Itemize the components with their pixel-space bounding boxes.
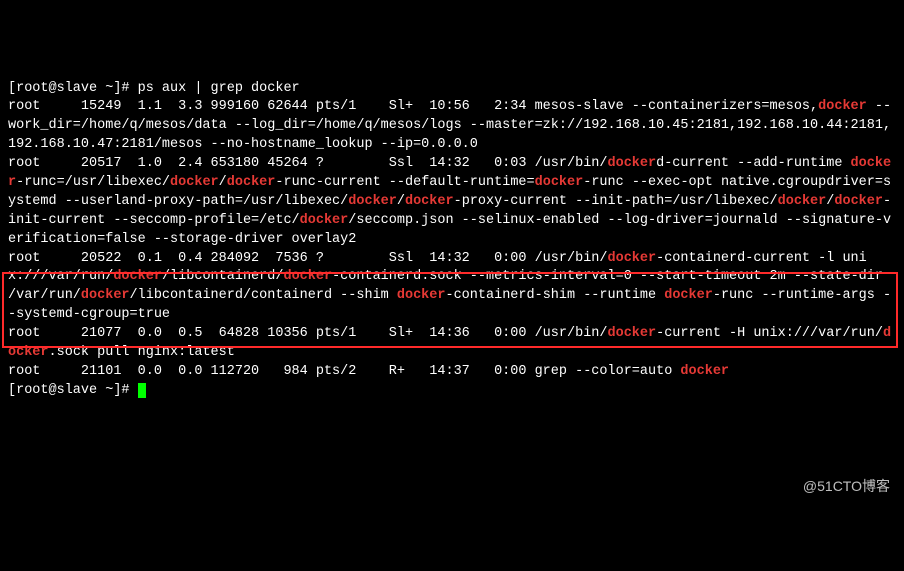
terminal-output: [root@slave ~]# ps aux | grep docker roo… [8,80,896,401]
docker-keyword: docker [348,194,397,209]
ps-line-dockerd: root 20517 1.0 2.4 653180 45264 ? Ssl 14… [8,156,891,247]
docker-keyword: docker [818,99,867,114]
watermark-text: @51CTO博客 [803,477,890,497]
docker-keyword: docker [680,364,729,379]
docker-keyword: docker [81,288,130,303]
docker-keyword: docker [834,194,883,209]
docker-keyword: docker [170,175,219,190]
docker-keyword: docker [778,194,827,209]
docker-keyword: docker [113,269,162,284]
docker-keyword: docker [608,326,657,341]
docker-keyword: docker [227,175,276,190]
docker-keyword: docker [300,213,349,228]
ps-line-docker-pull: root 21077 0.0 0.5 64828 10356 pts/1 Sl+… [8,326,891,360]
ps-line-grep: root 21101 0.0 0.0 112720 984 pts/2 R+ 1… [8,364,729,379]
docker-keyword: docker [283,269,332,284]
docker-keyword: docker [535,175,584,190]
docker-keyword: docker [397,288,446,303]
shell-prompt[interactable]: [root@slave ~]# [8,383,138,398]
docker-keyword: docker [608,156,657,171]
ps-line-mesos: root 15249 1.1 3.3 999160 62644 pts/1 Sl… [8,99,891,152]
shell-prompt: [root@slave ~]# [8,81,138,96]
docker-keyword: docker [405,194,454,209]
cursor-icon[interactable] [138,383,146,398]
command-text: ps aux | grep docker [138,81,300,96]
ps-line-containerd: root 20522 0.1 0.4 284092 7536 ? Ssl 14:… [8,251,891,323]
docker-keyword: docker [664,288,713,303]
docker-keyword: docker [608,251,657,266]
